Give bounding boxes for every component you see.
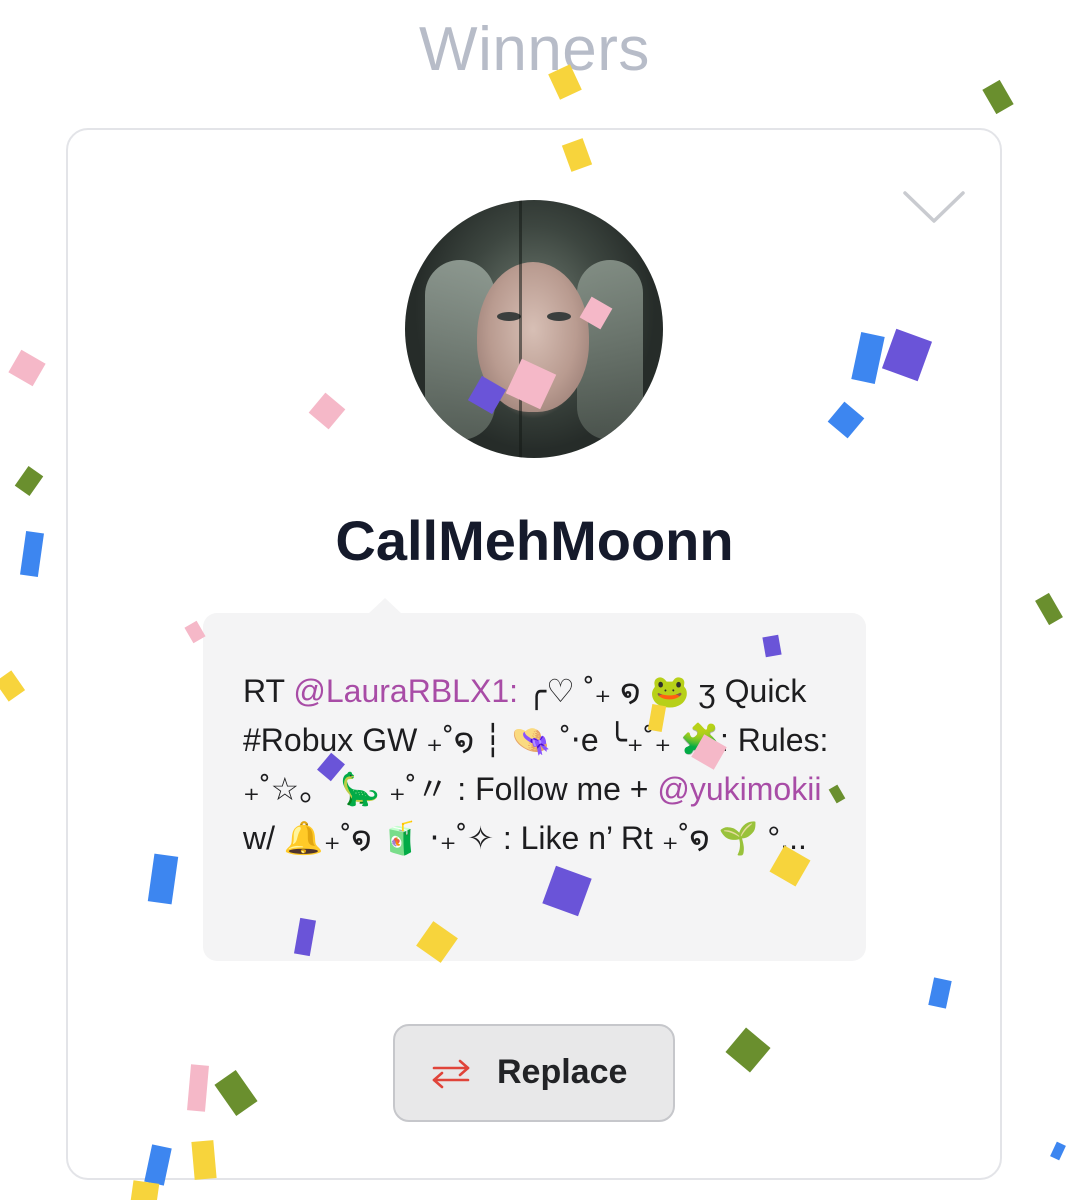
tweet-text: RT @LauraRBLX1: ╭♡ ˚₊ ໑ 🐸 ʒ Quick #Robux… [243, 667, 843, 863]
confetti-piece [8, 349, 46, 387]
confetti-piece [14, 466, 44, 496]
winner-username[interactable]: CallMehMoonn [0, 508, 1069, 573]
confetti-piece [1050, 1141, 1066, 1161]
confetti-piece [982, 79, 1014, 115]
page-title: Winners [419, 15, 650, 84]
tweet-mention-link[interactable]: @LauraRBLX1: [293, 673, 518, 709]
replace-button[interactable]: Replace [393, 1024, 675, 1122]
tweet-bubble-pointer [368, 598, 402, 614]
tweet-mention-link[interactable]: @yukimokii [657, 771, 821, 807]
tweet-body: w/ 🔔₊˚໑ 🧃 ‧₊˚✧ : Like n’ Rt ₊˚໑ 🌱 °... [243, 820, 807, 856]
confetti-piece [130, 1180, 160, 1200]
swap-arrows-icon [432, 1059, 470, 1089]
avatar[interactable] [405, 200, 663, 458]
tweet-prefix: RT [243, 673, 294, 709]
confetti-piece [1035, 592, 1063, 626]
replace-label: Replace [497, 1053, 628, 1091]
confetti-piece [0, 670, 26, 702]
chevron-down-icon[interactable] [902, 188, 966, 228]
